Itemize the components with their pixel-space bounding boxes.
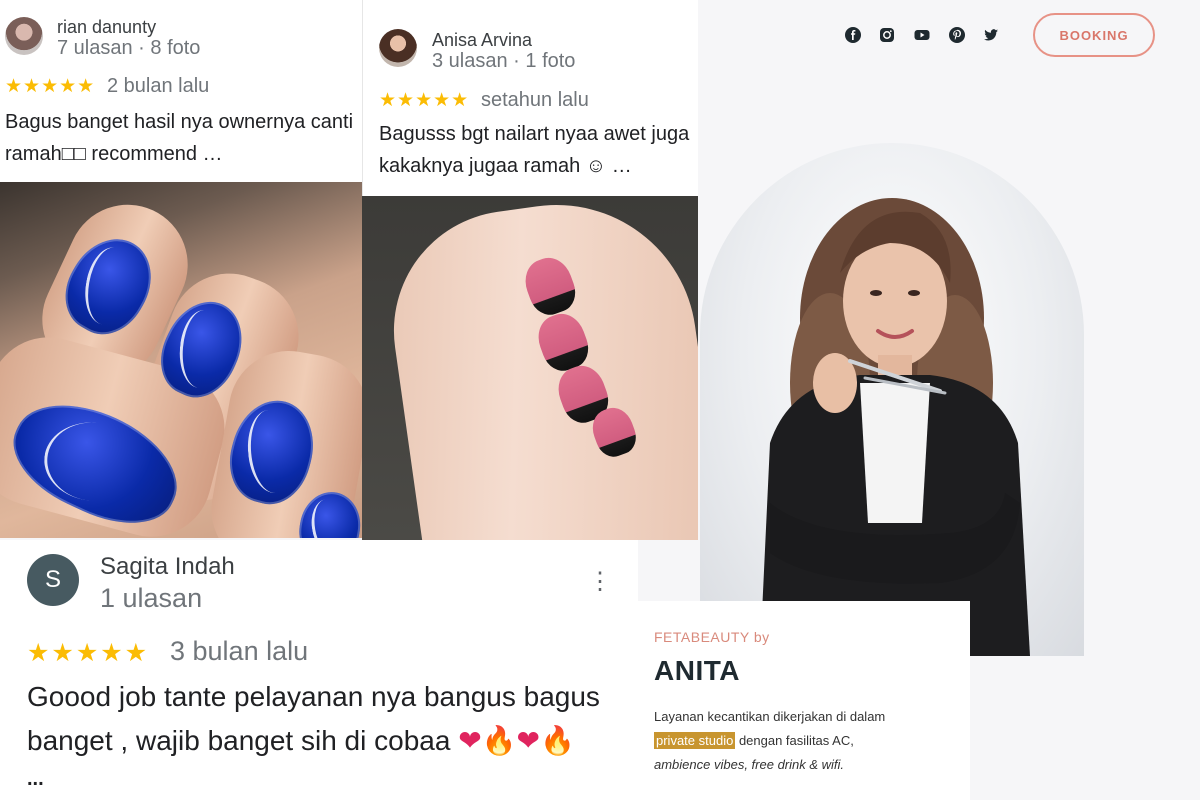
review-photo-blue-nails[interactable] [0,182,362,538]
fire-emoji-icon: 🔥 [540,725,575,756]
desc-highlight: private studio [654,732,736,749]
heart-emoji-icon: ❤ [516,725,541,756]
more-options-icon[interactable]: ⋮ [588,568,612,596]
reviewer-avatar[interactable] [5,17,43,55]
owner-info-card: FETABEAUTY by ANITA Layanan kecantikan d… [638,601,970,800]
review-text-line[interactable]: ramah□□ recommend … [5,138,365,170]
review-text: Goood job tante pelayanan nya bangus bag… [27,675,627,763]
fire-emoji-icon: 🔥 [481,725,517,756]
facebook-icon[interactable] [845,27,861,43]
rating-stars: ★★★★★ [5,76,96,97]
reviewer-name[interactable]: rian danunty [57,17,156,38]
review-time: setahun lalu [481,89,589,111]
portrait-illustration [760,198,1030,656]
review-card-sagita: S Sagita Indah 1 ulasan ⋮ ★★★★★ 3 bulan … [0,540,638,800]
booking-button[interactable]: BOOKING [1033,13,1155,57]
review-time: 3 bulan lalu [170,636,309,666]
reviewer-avatar[interactable]: S [27,554,79,606]
owner-title: ANITA [654,655,740,686]
review-text-part: banget , wajib banget sih di cobaa [27,725,451,756]
review-photo-pink-nails[interactable] [362,196,698,540]
review-text-line[interactable]: kakaknya jugaa ramah ☺ … [379,150,697,182]
desc-text: dengan fasilitas AC, [735,733,854,748]
instagram-icon[interactable] [879,27,895,43]
review-text-line: Bagusss bgt nailart nyaa awet juga [379,123,690,145]
review-text: Bagus banget hasil nya ownernya canti ra… [5,106,365,170]
review-text: Bagusss bgt nailart nyaa awet juga kakak… [379,118,697,182]
youtube-icon[interactable] [914,27,930,43]
review-text-line: Goood job tante pelayanan nya bangus bag… [27,681,600,712]
owner-portrait [700,143,1084,656]
rating-stars: ★★★★★ [27,639,150,667]
desc-text: Layanan kecantikan dikerjakan di dalam [654,709,886,724]
reviewer-meta: 1 ulasan [100,583,203,613]
review-time: 2 bulan lalu [107,75,210,97]
reviewer-avatar[interactable] [379,29,417,67]
rating-stars: ★★★★★ [379,90,470,111]
reviewer-meta: 3 ulasan · 1 foto [432,50,576,72]
review-card-rian: rian danunty 7 ulasan · 8 foto ★★★★★ 2 b… [0,0,362,182]
review-card-anisa: Anisa Arvina 3 ulasan · 1 foto ★★★★★ set… [362,0,698,196]
heart-emoji-icon: ❤ [458,725,482,756]
review-text-line: banget , wajib banget sih di cobaa ❤🔥❤🔥 [27,719,627,763]
read-more-ellipsis[interactable]: ... [27,768,44,791]
twitter-icon[interactable] [983,27,999,43]
brand-label: FETABEAUTY by [654,629,770,645]
pinterest-icon[interactable] [949,27,965,43]
reviewer-name[interactable]: Sagita Indah [100,553,235,581]
desc-italic: ambience vibes, free drink & wifi. [654,757,845,772]
service-description: Layanan kecantikan dikerjakan di dalam p… [654,705,954,777]
reviewer-name[interactable]: Anisa Arvina [432,30,532,51]
reviewer-meta: 7 ulasan · 8 foto [57,37,201,59]
review-text-line: Bagus banget hasil nya ownernya canti [5,111,354,133]
